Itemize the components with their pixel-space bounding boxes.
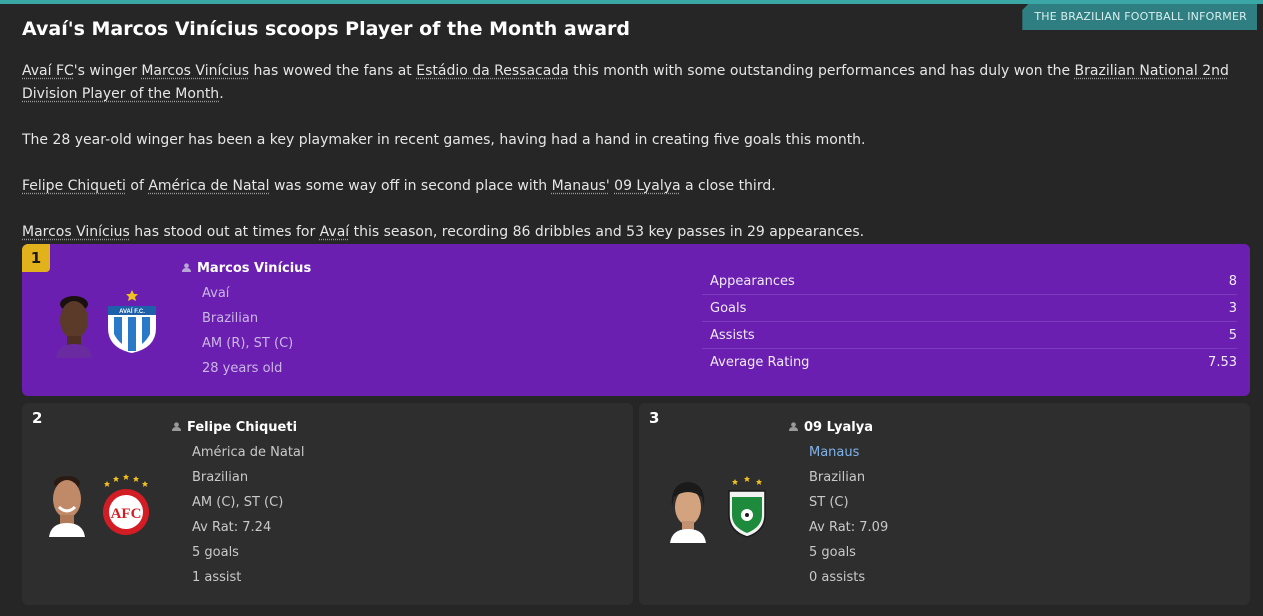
crest-text: AVAÍ F.C. [119,307,145,315]
text-segment: has wowed the fans at [249,63,417,79]
player-link-felipe-chiqueti[interactable]: Felipe Chiqueti [22,178,126,194]
text-segment: this month with some outstanding perform… [568,63,1075,79]
player-face-icon[interactable] [52,294,96,358]
player-name-text: 09 Lyalya [804,420,873,435]
player-face-icon[interactable] [45,473,89,537]
top-accent-bar [0,0,1263,4]
text-segment: 's winger [73,63,142,79]
club-link-manaus[interactable]: Manaus' [552,178,610,194]
text-segment: . [219,86,224,102]
player-nationality: Brazilian [809,470,866,485]
player-club[interactable]: Avaí [202,286,229,301]
player-link-marcos-vinicius[interactable]: Marcos Vinícius [141,63,249,79]
article-paragraph-4: Marcos Vinícius has stood out at times f… [22,221,1247,244]
rank-number: 2 [32,409,43,427]
player-position: AM (R), ST (C) [202,336,294,351]
stat-label: Assists [710,327,755,343]
manaus-crest-icon[interactable] [720,475,774,539]
player-name[interactable]: Felipe Chiqueti [172,420,297,435]
player-assists: 0 assists [809,570,866,585]
article-body: Avaí FC's winger Marcos Vinícius has wow… [22,60,1247,267]
text-segment: this season, recording 86 dribbles and 5… [349,224,865,240]
player-goals: 5 goals [809,545,856,560]
player-nationality: Brazilian [192,470,249,485]
stat-value: 3 [1228,300,1237,316]
stat-value: 5 [1228,327,1237,343]
rank-number: 3 [649,409,660,427]
article-paragraph-2: The 28 year-old winger has been a key pl… [22,132,866,148]
stat-label: Goals [710,300,747,316]
third-place-card: 3 09 Lyalya Manaus Brazilian ST (C) Av R… [639,403,1250,605]
stat-value: 7.53 [1208,354,1237,370]
article-paragraph-3: Felipe Chiqueti of América de Natal was … [22,175,1247,198]
club-link-avai-fc[interactable]: Avaí FC [22,63,74,79]
player-age: 28 years old [202,361,283,376]
player-nationality: Brazilian [202,311,259,326]
player-position: ST (C) [809,495,849,510]
player-name-text: Felipe Chiqueti [187,420,298,435]
player-rating: Av Rat: 7.09 [809,520,889,535]
player-goals: 5 goals [192,545,239,560]
club-link-avai[interactable]: Avaí [320,224,350,240]
crest-text: AFC [111,506,142,522]
player-club-link[interactable]: Manaus [809,445,859,460]
player-face-icon[interactable] [666,479,710,543]
player-assists: 1 assist [192,570,242,585]
player-name[interactable]: 09 Lyalya [789,420,873,435]
player-club[interactable]: América de Natal [192,445,305,460]
stat-value: 8 [1228,273,1237,289]
club-link-america-de-natal[interactable]: América de Natal [148,178,269,194]
rank-badge: 1 [22,244,50,272]
stat-row-average-rating: Average Rating 7.53 [702,349,1237,375]
player-position: AM (C), ST (C) [192,495,284,510]
text-segment: was some way off in second place with [269,178,552,194]
headline: Avaí's Marcos Vinícius scoops Player of … [22,18,631,40]
source-tag: THE BRAZILIAN FOOTBALL INFORMER [1022,4,1257,30]
stat-label: Appearances [710,273,795,289]
stat-label: Average Rating [710,354,810,370]
person-icon [172,422,181,431]
article-paragraph-1: Avaí FC's winger Marcos Vinícius has wow… [22,60,1247,106]
person-icon [182,263,191,272]
stat-row-appearances: Appearances 8 [702,268,1237,295]
player-name[interactable]: Marcos Vinícius [182,261,311,276]
america-de-natal-crest-icon[interactable]: AFC [99,473,153,537]
avai-crest-icon[interactable]: AVAÍ F.C. [105,290,159,354]
text-segment: a close third. [680,178,776,194]
stat-row-goals: Goals 3 [702,295,1237,322]
text-segment: has stood out at times for [129,224,320,240]
player-link-marcos-vinicius-2[interactable]: Marcos Vinícius [22,224,130,240]
text-segment: of [125,178,149,194]
stat-row-assists: Assists 5 [702,322,1237,349]
person-icon [789,422,798,431]
stadium-link[interactable]: Estádio da Ressacada [416,63,569,79]
player-name-text: Marcos Vinícius [197,261,312,276]
winner-card: 1 AVAÍ F.C. Marcos Vinícius Avaí Brazili… [22,244,1250,396]
player-rating: Av Rat: 7.24 [192,520,272,535]
player-link-09-lyalya[interactable]: 09 Lyalya [614,178,680,194]
runner-up-card: 2 AFC Felipe Chiqueti América de Natal B… [22,403,633,605]
stats-table: Appearances 8 Goals 3 Assists 5 Average Rat… [702,268,1237,375]
